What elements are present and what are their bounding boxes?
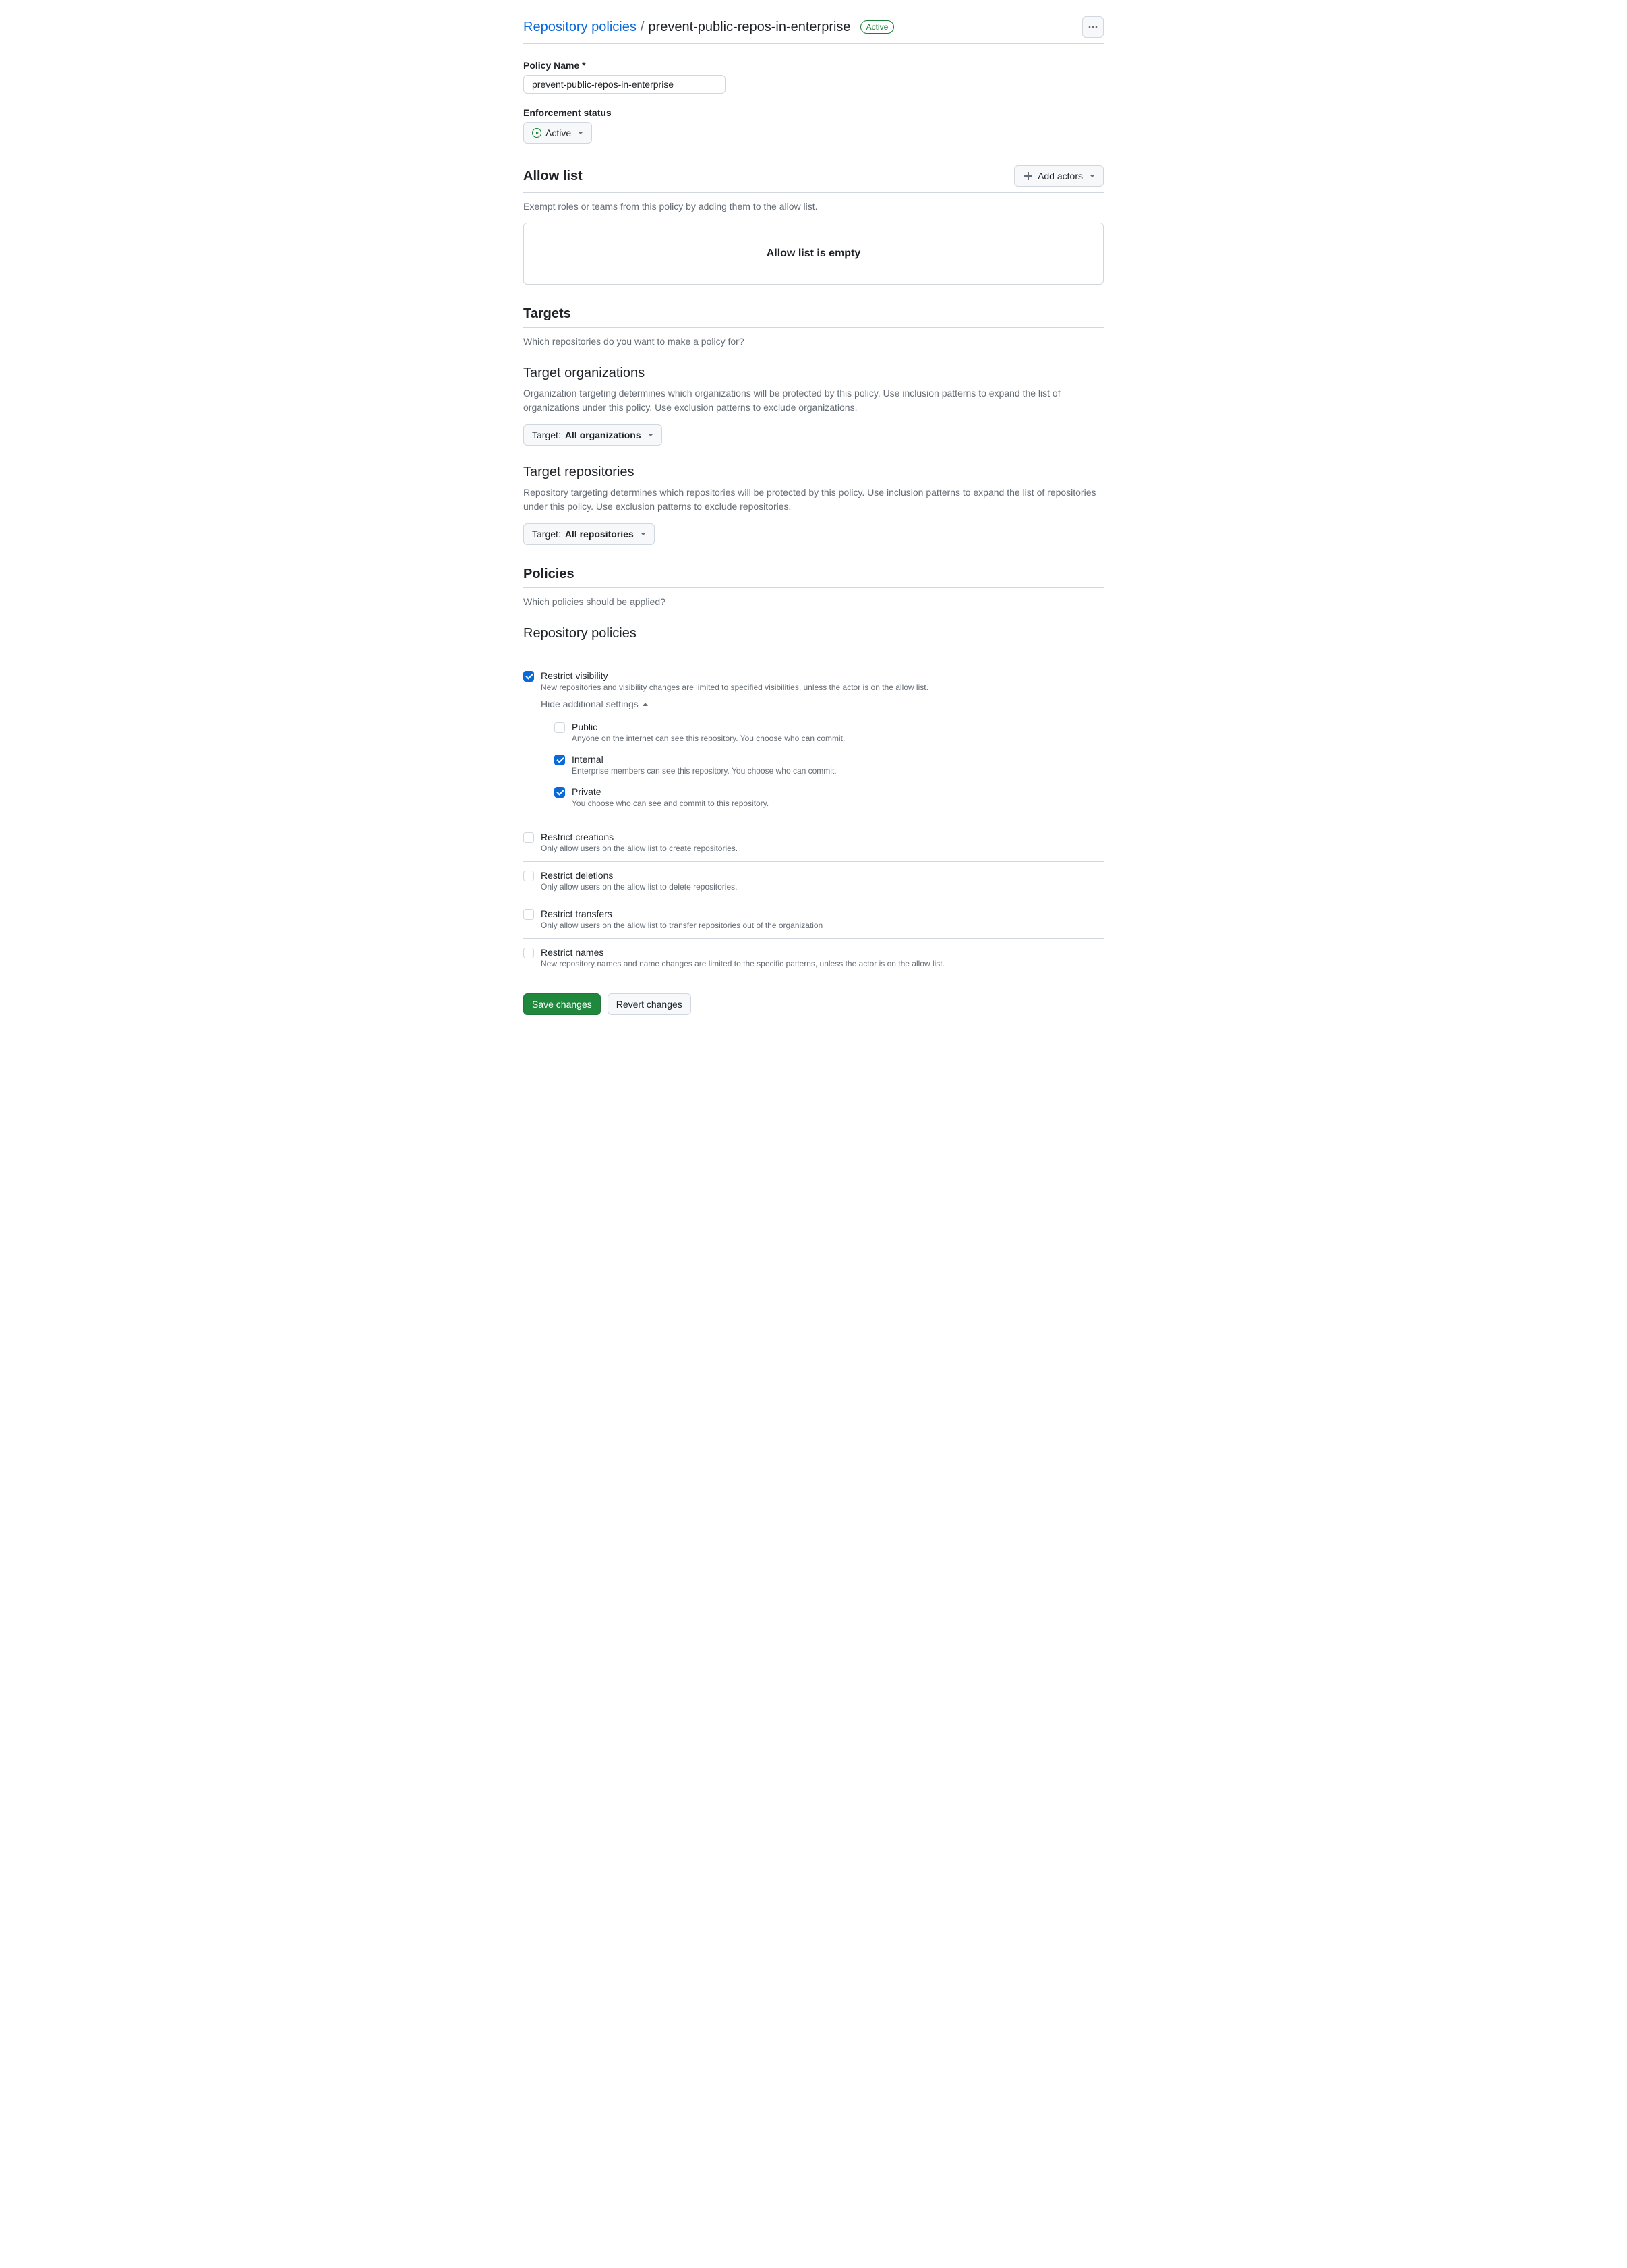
rule-names-checkbox[interactable] [523,948,534,958]
target-repos-description: Repository targeting determines which re… [523,486,1104,514]
targets-title: Targets [523,306,571,322]
rule-deletions: Restrict deletions Only allow users on t… [523,862,1104,900]
rule-transfers-title: Restrict transfers [541,908,1104,919]
enforcement-dropdown[interactable]: Active [523,122,592,144]
revert-button[interactable]: Revert changes [608,993,691,1015]
rule-visibility-checkbox[interactable] [523,671,534,682]
toggle-additional-settings[interactable]: Hide additional settings [541,699,648,709]
visibility-public: Public Anyone on the internet can see th… [554,716,1104,749]
caret-down-icon [641,533,646,535]
rule-deletions-title: Restrict deletions [541,870,1104,881]
plus-icon [1023,171,1034,181]
rule-names: Restrict names New repository names and … [523,939,1104,977]
rule-transfers: Restrict transfers Only allow users on t… [523,900,1104,939]
caret-down-icon [1090,175,1095,177]
policy-name-label: Policy Name * [523,60,1104,71]
repo-policies-title: Repository policies [523,626,1104,647]
policy-name-input[interactable] [523,75,726,94]
rule-deletions-desc: Only allow users on the allow list to de… [541,882,1104,892]
policies-description: Which policies should be applied? [523,596,1104,607]
allow-list-header: Allow list Add actors [523,165,1104,193]
play-circle-icon [532,128,541,138]
target-orgs-value: All organizations [565,428,641,442]
targets-description: Which repositories do you want to make a… [523,336,1104,347]
visibility-internal-checkbox[interactable] [554,755,565,765]
breadcrumb-parent-link[interactable]: Repository policies [523,20,637,35]
breadcrumb: Repository policies / prevent-public-rep… [523,20,894,35]
rule-creations: Restrict creations Only allow users on t… [523,823,1104,862]
visibility-private-checkbox[interactable] [554,787,565,798]
rule-visibility-title: Restrict visibility [541,670,1104,681]
enforcement-label: Enforcement status [523,107,1104,118]
visibility-private-title: Private [572,786,1104,797]
allow-list-empty: Allow list is empty [523,223,1104,285]
rules-list: Restrict visibility New repositories and… [523,661,1104,977]
target-repos-title: Target repositories [523,465,1104,480]
target-orgs-title: Target organizations [523,366,1104,381]
allow-list-description: Exempt roles or teams from this policy b… [523,201,1104,212]
visibility-internal-desc: Enterprise members can see this reposito… [572,766,1104,776]
rule-transfers-checkbox[interactable] [523,909,534,920]
rule-visibility: Restrict visibility New repositories and… [523,661,1104,813]
save-button[interactable]: Save changes [523,993,601,1015]
policies-header: Policies [523,566,1104,588]
more-actions-button[interactable] [1082,16,1104,38]
rule-transfers-desc: Only allow users on the allow list to tr… [541,921,1104,930]
add-actors-label: Add actors [1038,169,1083,183]
targets-header: Targets [523,306,1104,328]
enforcement-field: Enforcement status Active [523,107,1104,144]
visibility-public-title: Public [572,722,1104,732]
kebab-icon [1088,22,1098,32]
rule-visibility-desc: New repositories and visibility changes … [541,682,1104,692]
page-header: Repository policies / prevent-public-rep… [523,16,1104,44]
breadcrumb-separator: / [641,20,645,35]
breadcrumb-current: prevent-public-repos-in-enterprise [648,20,850,35]
visibility-private: Private You choose who can see and commi… [554,781,1104,813]
visibility-private-desc: You choose who can see and commit to thi… [572,798,1104,808]
caret-down-icon [578,132,583,134]
allow-list-title: Allow list [523,169,583,184]
rule-names-title: Restrict names [541,947,1104,958]
visibility-internal-title: Internal [572,754,1104,765]
policies-title: Policies [523,566,574,582]
toggle-label: Hide additional settings [541,699,639,709]
target-repos-prefix: Target: [532,527,561,541]
target-repos-value: All repositories [565,527,634,541]
rule-creations-title: Restrict creations [541,832,1104,842]
caret-down-icon [648,434,653,436]
target-orgs-dropdown[interactable]: Target: All organizations [523,424,662,446]
rule-names-desc: New repository names and name changes ar… [541,959,1104,968]
enforcement-value: Active [545,126,571,140]
target-orgs-prefix: Target: [532,428,561,442]
target-repos-dropdown[interactable]: Target: All repositories [523,523,655,545]
rule-creations-checkbox[interactable] [523,832,534,843]
status-badge: Active [860,20,895,34]
add-actors-button[interactable]: Add actors [1014,165,1104,187]
visibility-public-desc: Anyone on the internet can see this repo… [572,734,1104,743]
visibility-public-checkbox[interactable] [554,722,565,733]
footer-actions: Save changes Revert changes [523,993,1104,1015]
chevron-up-icon [643,703,648,706]
rule-creations-desc: Only allow users on the allow list to cr… [541,844,1104,853]
rule-deletions-checkbox[interactable] [523,871,534,881]
visibility-internal: Internal Enterprise members can see this… [554,749,1104,781]
target-orgs-description: Organization targeting determines which … [523,386,1104,415]
policy-name-field: Policy Name * [523,60,1104,94]
